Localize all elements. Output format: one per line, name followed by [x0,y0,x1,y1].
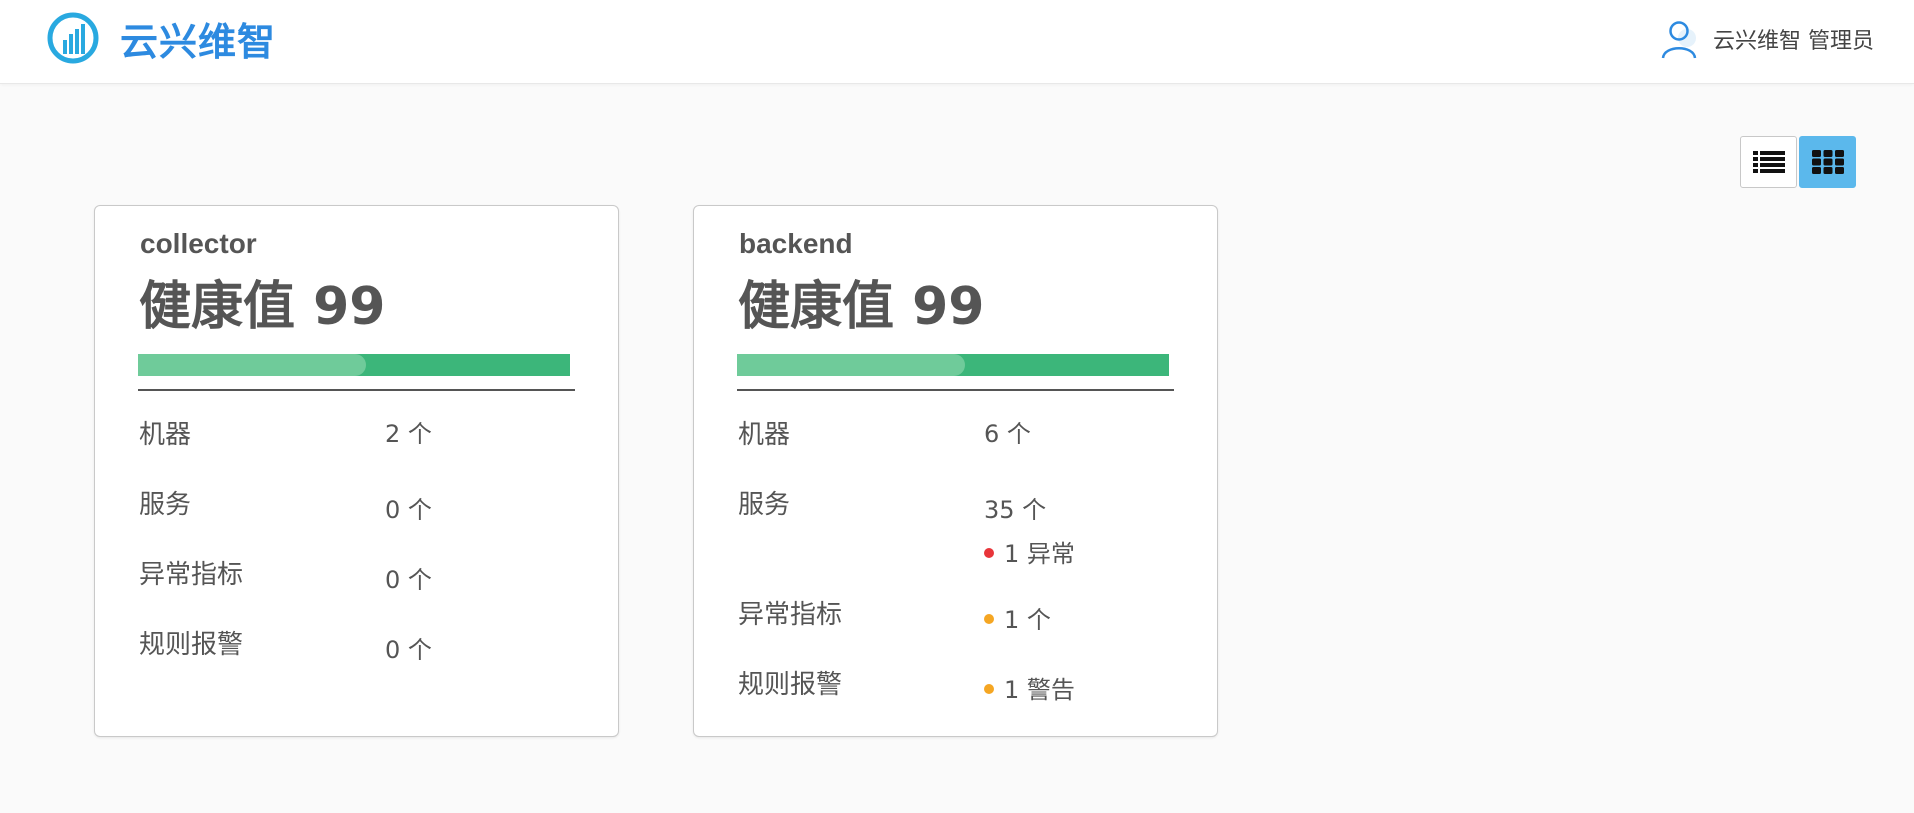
health-score: 健康值 99 [738,277,985,337]
top-header: 云兴维智 云兴维智 管理员 [0,0,1914,84]
anomalies-value[interactable]: 0 个 [385,560,432,595]
app-logo[interactable]: 云兴维智 [46,10,276,66]
anomalies-label: 异常指标 [738,600,843,630]
alerts-label: 规则报警 [139,630,244,660]
user-name: 云兴维智 管理员 [1713,29,1874,54]
services-value[interactable]: 0 个 [385,490,432,525]
warning-dot-icon [984,684,994,694]
list-view-button[interactable] [1740,136,1797,188]
user-menu[interactable]: 云兴维智 管理员 [1659,18,1874,60]
app-title: 云兴维智 [120,19,277,64]
machines-label: 机器 [139,420,192,450]
services-anomaly-text: 1 异常 [1004,540,1075,568]
view-toggle [1740,136,1856,188]
list-icon [1752,151,1785,173]
alerts-value[interactable]: 1 警告 [984,670,1075,705]
health-score: 健康值 99 [139,277,386,337]
alerts-label: 规则报警 [738,670,843,700]
services-anomaly-status[interactable]: 1 异常 [984,534,1075,569]
divider [138,389,575,391]
anomalies-label: 异常指标 [139,560,244,590]
health-bar [138,354,570,376]
anomalies-value-text: 1 个 [1004,606,1051,634]
machines-value[interactable]: 2 个 [385,414,432,449]
alerts-value-text: 1 警告 [1004,676,1075,704]
machines-value[interactable]: 6 个 [984,414,1031,449]
card-title: collector [140,228,257,259]
anomalies-value[interactable]: 1 个 [984,600,1051,635]
user-icon [1661,21,1697,59]
services-label: 服务 [738,490,791,520]
service-card-collector[interactable]: collector 健康值 99 机器 2 个 服务 0 个 异常指标 0 个 … [94,205,619,737]
machines-label: 机器 [738,420,791,450]
warning-dot-icon [984,614,994,624]
divider [737,389,1174,391]
health-bar-highlight [737,354,965,376]
health-bar [737,354,1169,376]
grid-icon [1811,150,1844,174]
grid-view-button[interactable] [1799,136,1856,188]
error-dot-icon [984,548,994,558]
card-title: backend [739,228,853,259]
health-bar-highlight [138,354,366,376]
services-label: 服务 [139,490,192,520]
alerts-value[interactable]: 0 个 [385,630,432,665]
service-card-backend[interactable]: backend 健康值 99 机器 6 个 服务 35 个 1 异常 异常指标 … [693,205,1218,737]
services-value[interactable]: 35 个 [984,490,1046,525]
logo-icon [47,12,99,64]
